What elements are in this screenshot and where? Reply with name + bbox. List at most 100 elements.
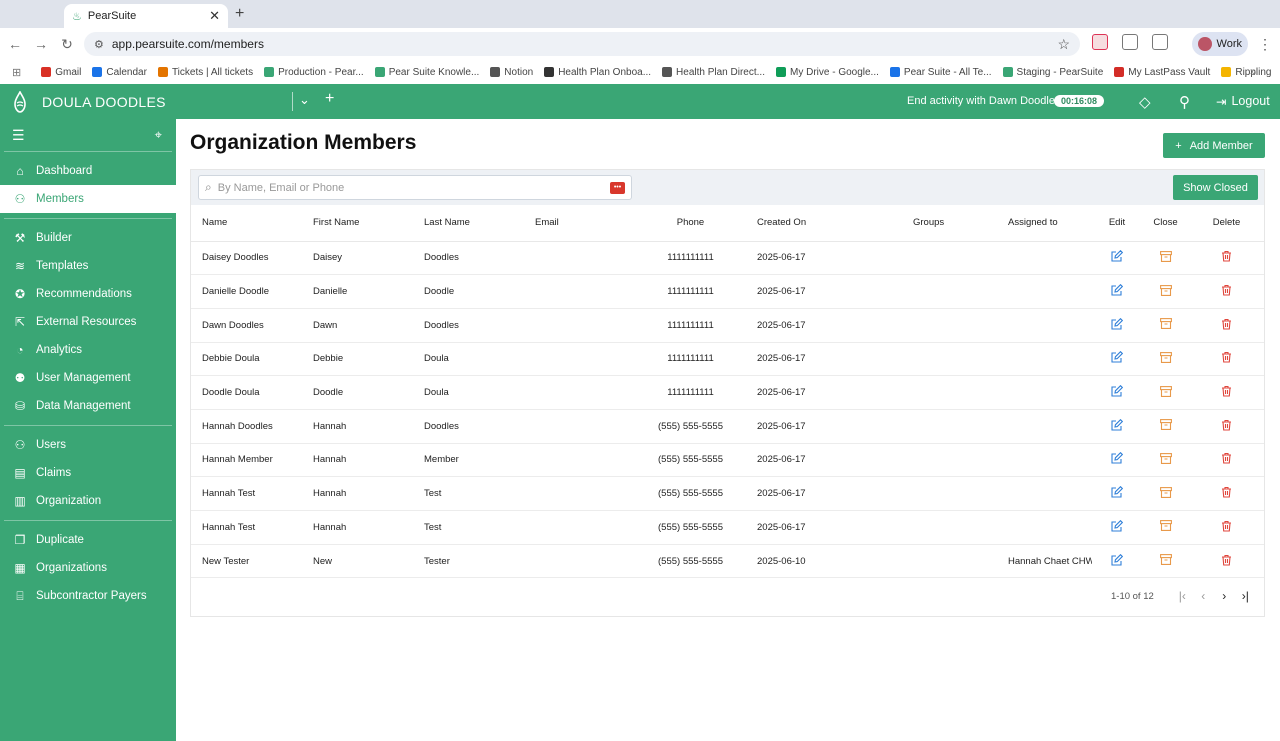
sidebar-item-recommendations[interactable]: ✪ Recommendations [0,280,176,308]
edit-icon[interactable] [1111,351,1124,366]
trash-icon[interactable] [1221,284,1232,299]
bookmark-item[interactable]: Notion [490,67,533,78]
sidebar-item-builder[interactable]: ⚒ Builder [0,224,176,252]
table-row[interactable]: Hannah Member Hannah Member (555) 555-5555 2… [191,443,1264,478]
reload-icon[interactable]: ↻ [54,36,80,53]
bookmark-item[interactable]: Pear Suite Knowle... [374,67,479,78]
trash-icon[interactable] [1221,386,1232,400]
sidebar-item-members[interactable]: ⚇ Members [0,185,176,213]
sidebar-item-templates[interactable]: ≋ Templates [0,252,176,280]
apps-grid-icon[interactable]: ⊞ [12,66,21,79]
bookmark-item[interactable]: Gmail [41,67,81,78]
address-bar[interactable]: ⚙ app.pearsuite.com/members ☆ [84,32,1080,56]
edit-icon[interactable] [1111,385,1124,400]
edit-icon[interactable] [1111,519,1124,535]
archive-close-icon[interactable] [1159,250,1172,265]
prev-page-icon[interactable]: ‹ [1193,589,1214,603]
sidebar-item-external-resources[interactable]: ⇱ External Resources [0,308,176,336]
sidebar-item-subcontractor-payers[interactable]: ⌸ Subcontractor Payers [0,582,176,610]
column-header[interactable]: Close [1142,205,1189,242]
new-tab-icon[interactable]: + [235,5,244,23]
bookmark-item[interactable]: My Drive - Google... [775,67,879,78]
browser-menu-icon[interactable]: ⋮ [1258,36,1272,53]
next-page-icon[interactable]: › [1214,589,1235,603]
edit-icon[interactable] [1111,283,1124,299]
browser-tab[interactable]: ♨ PearSuite ✕ [64,4,228,28]
archive-close-icon[interactable] [1159,453,1172,467]
table-row[interactable]: Doodle Doula Doodle Doula 1111111111 2025-06… [191,375,1264,410]
sidebar-item-data-management[interactable]: ⛁ Data Management [0,392,176,420]
sidebar-item-user-management[interactable]: ⚉ User Management [0,364,176,392]
archive-close-icon[interactable] [1159,486,1172,501]
more-bookmarks-icon[interactable]: » [1250,66,1256,78]
bookmark-item[interactable]: Health Plan Direct... [662,67,765,78]
column-header[interactable]: Created On [746,205,902,242]
user-icon[interactable]: ⚲ [1179,93,1190,111]
column-header[interactable]: Delete [1189,205,1264,242]
trash-icon[interactable] [1221,453,1232,467]
bookmark-item[interactable]: My LastPass Vault [1114,67,1210,78]
column-header[interactable]: Groups [902,205,997,242]
sidebar-item-organization[interactable]: ▥ Organization [0,487,176,515]
chevron-down-icon[interactable]: ⌄ [299,92,310,108]
site-info-icon[interactable]: ⚙ [94,38,104,51]
profile-button[interactable]: Work [1192,32,1248,56]
sidebar-item-users[interactable]: ⚇ Users [0,431,176,459]
trash-icon[interactable] [1221,352,1232,366]
table-row[interactable]: Hannah Test Hannah Test (555) 555-5555 2025-… [191,510,1264,545]
trash-icon[interactable] [1221,520,1232,535]
edit-icon[interactable] [1111,553,1124,569]
first-page-icon[interactable]: |‹ [1172,589,1193,603]
bookmark-star-icon[interactable]: ☆ [1057,36,1070,53]
archive-close-icon[interactable] [1159,318,1172,332]
plus-icon[interactable]: + [325,90,334,108]
table-row[interactable]: Hannah Doodles Hannah Doodles (555) 555-555… [191,409,1264,444]
bookmark-item[interactable]: Tickets | All tickets [157,67,253,78]
archive-close-icon[interactable] [1159,419,1172,433]
sidebar-item-duplicate[interactable]: ❐ Duplicate [0,526,176,554]
sidebar-item-claims[interactable]: ▤ Claims [0,459,176,487]
edit-icon[interactable] [1111,317,1124,333]
sidebar-item-organizations[interactable]: ▦ Organizations [0,554,176,582]
sidebar-item-analytics[interactable]: ◔ Analytics [0,336,176,364]
table-row[interactable]: Danielle Doodle Danielle Doodle 1111111111 2… [191,274,1264,309]
unpin-icon[interactable]: ⌖ [155,127,162,143]
edit-icon[interactable] [1111,250,1124,265]
bookmark-item[interactable]: Production - Pear... [264,67,364,78]
tag-icon[interactable]: ◇ [1139,93,1151,111]
close-tab-icon[interactable]: ✕ [209,8,220,24]
sidebar-item-dashboard[interactable]: ⌂ Dashboard [0,157,176,185]
trash-icon[interactable] [1221,318,1232,333]
password-manager-icon[interactable]: ••• [610,181,625,194]
puzzle-icon[interactable] [1122,34,1138,50]
search-input[interactable] [217,181,610,194]
tab-search-icon[interactable] [1152,34,1168,50]
archive-close-icon[interactable] [1159,520,1172,534]
bookmark-item[interactable]: Calendar [92,67,147,78]
table-row[interactable]: Hannah Test Hannah Test (555) 555-5555 2025-… [191,476,1264,511]
table-row[interactable]: Daisey Doodles Daisey Doodles 1111111111 202… [191,241,1264,276]
column-header[interactable]: Name [191,205,302,242]
back-icon[interactable]: ← [2,36,28,52]
column-header[interactable]: Phone [635,205,746,242]
hamburger-menu-icon[interactable]: ☰ [12,127,25,144]
bookmark-item[interactable]: Health Plan Onboa... [544,67,651,78]
column-header[interactable]: Email [524,205,635,242]
forward-icon[interactable]: → [28,36,54,52]
trash-icon[interactable] [1221,554,1232,569]
column-header[interactable]: First Name [302,205,413,242]
archive-close-icon[interactable] [1159,351,1172,366]
pearsuite-logo-icon[interactable] [12,90,28,113]
column-header[interactable]: Edit [1092,205,1142,242]
table-row[interactable]: New Tester New Tester (555) 555-5555 2025-06… [191,544,1264,579]
edit-icon[interactable] [1111,418,1124,434]
activity-link[interactable]: End activity with Dawn Doodles [907,95,1060,107]
trash-icon[interactable] [1221,419,1232,434]
trash-icon[interactable] [1221,487,1232,501]
add-member-button[interactable]: + Add Member [1163,133,1265,158]
bookmark-item[interactable]: Pear Suite - All Te... [889,67,992,78]
show-closed-button[interactable]: Show Closed [1173,175,1258,200]
column-header[interactable]: Assigned to [997,205,1092,242]
archive-close-icon[interactable] [1159,284,1172,299]
bookmark-item[interactable]: Staging - PearSuite [1002,67,1103,78]
